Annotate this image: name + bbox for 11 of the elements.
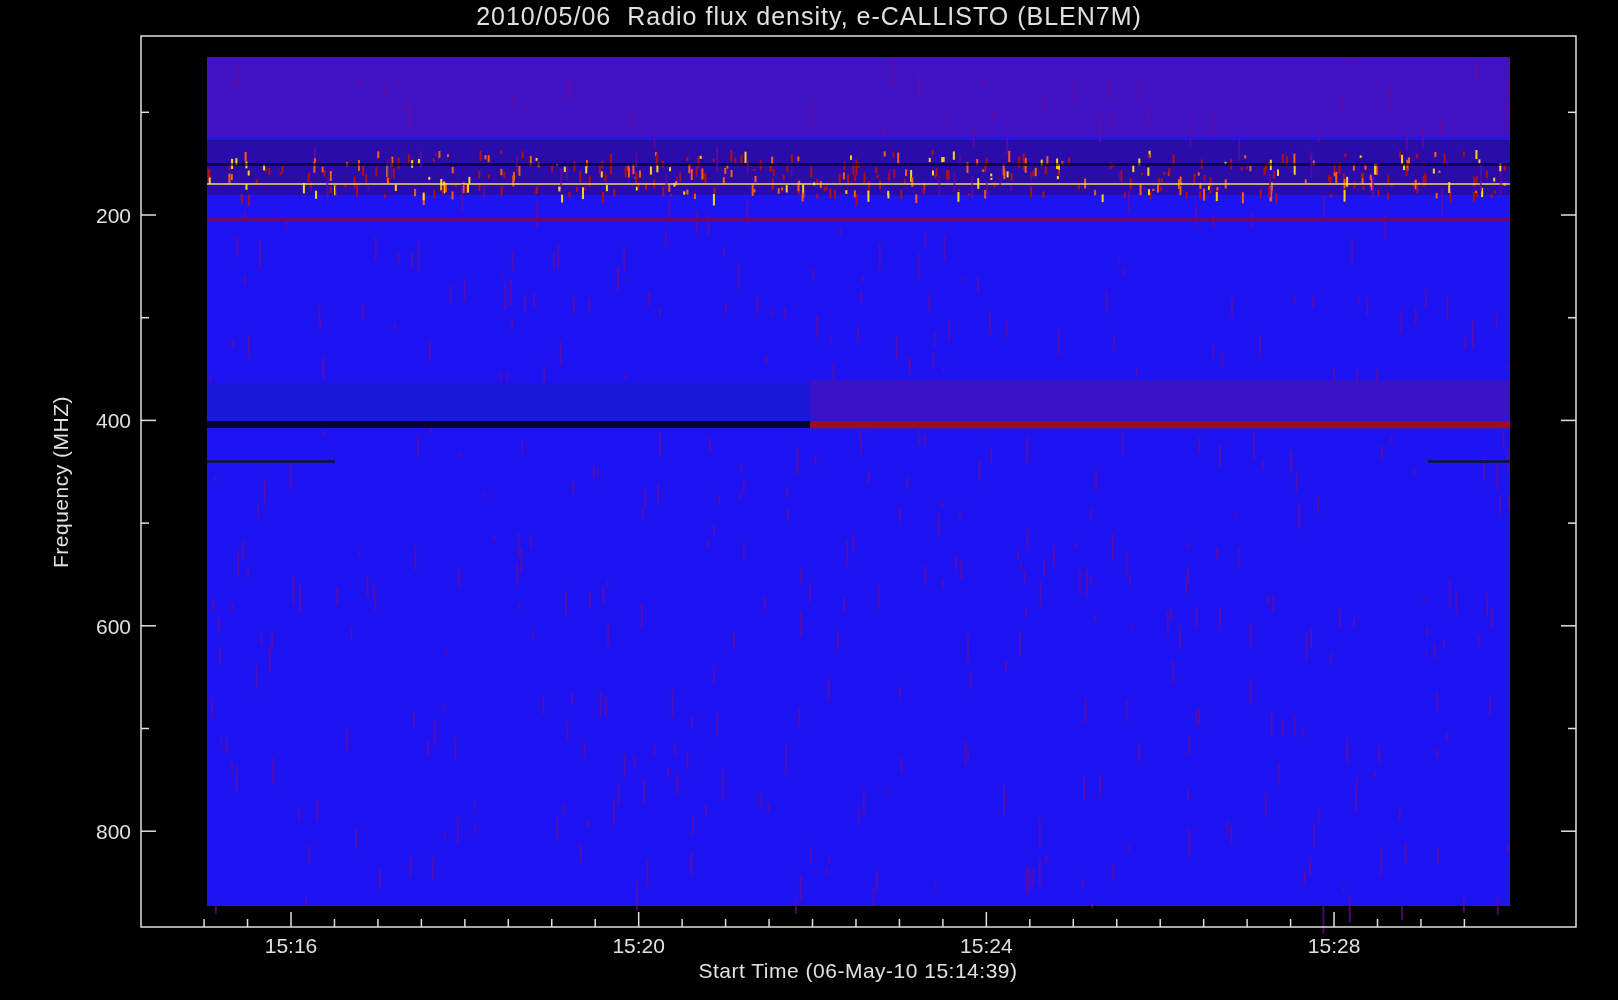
y-tick-label: 200 [95, 204, 131, 227]
x-tick-label: 15:16 [264, 934, 318, 957]
x-tick-label: 15:20 [612, 934, 665, 957]
y-tick-label: 400 [95, 409, 131, 433]
y-tick-label: 800 [95, 820, 131, 844]
chart-title: 2010/05/06 Radio flux density, e-CALLISTO (BLEN7M) [476, 2, 1142, 30]
y-tick-label: 600 [95, 614, 131, 638]
x-tick-label: 15:24 [960, 934, 1013, 957]
x-tick-label: 15:28 [1307, 934, 1361, 957]
x-axis-label: Start Time (06-May-10 15:14:39) [698, 959, 1018, 982]
y-axis-label: Frequency (MHZ) [49, 396, 72, 568]
